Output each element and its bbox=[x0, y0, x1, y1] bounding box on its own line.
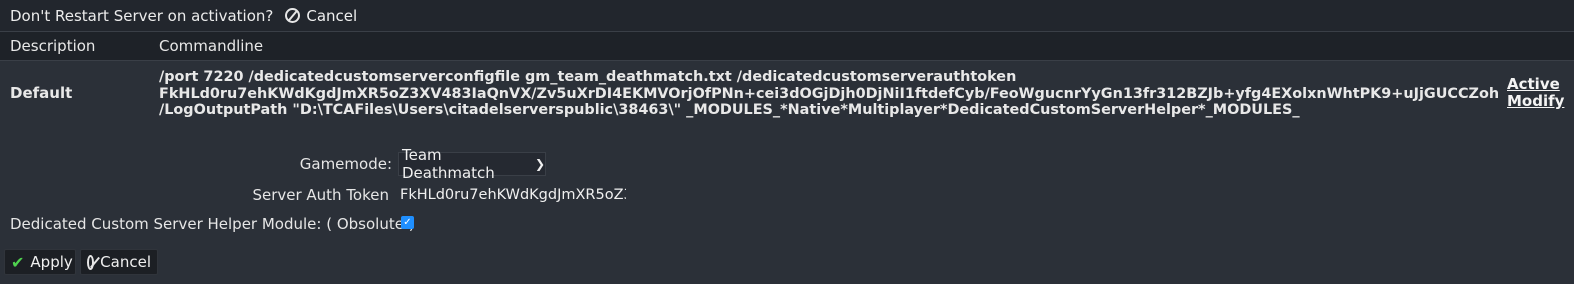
helper-label: Dedicated Custom Server Helper Module: (… bbox=[10, 215, 415, 233]
restart-question: Don't Restart Server on activation? bbox=[10, 6, 274, 25]
header-commandline: Commandline bbox=[159, 37, 264, 55]
top-bar: Don't Restart Server on activation? Canc… bbox=[0, 0, 1574, 31]
table-row: Default /port 7220 /dedicatedcustomserve… bbox=[0, 60, 1574, 124]
check-icon: ✔ bbox=[11, 252, 25, 272]
helper-checkbox[interactable]: ✓ bbox=[401, 216, 414, 229]
row-description: Default bbox=[10, 84, 73, 102]
active-link[interactable]: Active bbox=[1507, 76, 1567, 93]
commandline-line: /port 7220 /dedicatedcustomserverconfigf… bbox=[159, 69, 1017, 85]
ban-icon bbox=[285, 8, 301, 23]
table-header: Description Commandline bbox=[0, 31, 1574, 60]
commandline-line: /LogOutputPath "D:\TCAFiles\Users\citade… bbox=[159, 102, 1300, 118]
commandline-line: FkHLd0ru7ehKWdKgdJmXR5oZ3XV483IaQnVX/Zv5… bbox=[159, 85, 1499, 102]
apply-button[interactable]: ✔ Apply bbox=[4, 249, 76, 275]
row-commandline: /port 7220 /dedicatedcustomserverconfigf… bbox=[159, 69, 1499, 119]
apply-label: Apply bbox=[30, 253, 73, 271]
chevron-down-icon: ❯ bbox=[534, 157, 545, 171]
checkmark-icon: ✓ bbox=[403, 216, 412, 228]
token-input[interactable] bbox=[398, 183, 626, 207]
cancel-label: Cancel bbox=[100, 253, 151, 271]
gamemode-select[interactable]: Team Deathmatch ❯ bbox=[398, 146, 546, 182]
token-label: Server Auth Token bbox=[252, 186, 389, 204]
gamemode-value: Team Deathmatch bbox=[402, 146, 495, 182]
top-cancel-button[interactable]: Cancel bbox=[285, 7, 357, 25]
gamemode-label: Gamemode: bbox=[299, 155, 392, 173]
ban-icon bbox=[87, 254, 95, 270]
row-actions: Active Modify bbox=[1507, 76, 1567, 110]
top-cancel-label: Cancel bbox=[306, 6, 358, 25]
cancel-button[interactable]: Cancel bbox=[80, 249, 158, 275]
modify-link[interactable]: Modify bbox=[1507, 93, 1567, 110]
header-description: Description bbox=[10, 37, 96, 55]
